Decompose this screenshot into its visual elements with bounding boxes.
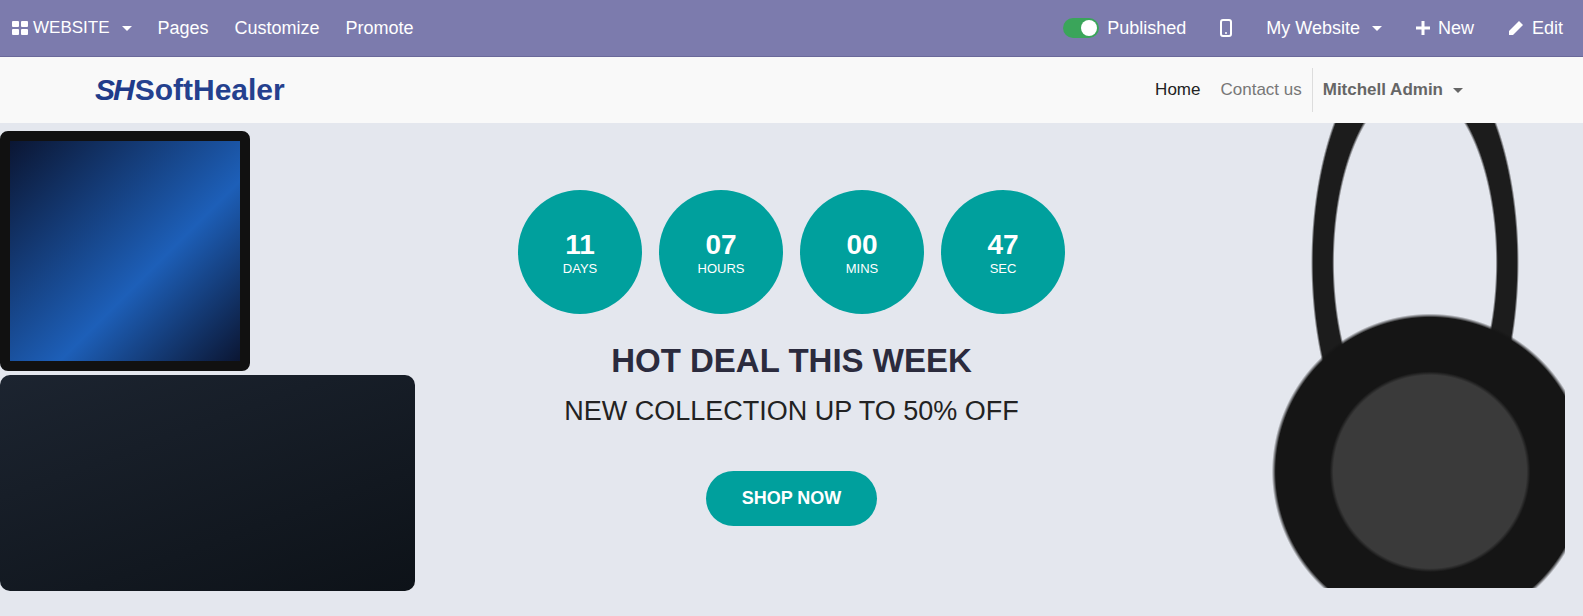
shop-now-button[interactable]: SHOP NOW	[706, 471, 878, 526]
admin-menu[interactable]: Promote	[346, 18, 414, 39]
caret-icon	[1372, 26, 1382, 31]
published-label: Published	[1107, 18, 1186, 39]
pencil-icon	[1508, 20, 1524, 36]
countdown-label: HOURS	[698, 261, 745, 276]
countdown-label: SEC	[990, 261, 1017, 276]
website-switcher[interactable]: My Website	[1266, 18, 1382, 39]
app-label: WEBSITE	[33, 18, 110, 38]
admin-menu[interactable]: Pages	[158, 18, 209, 39]
laptop-screen	[0, 131, 250, 371]
edit-label: Edit	[1532, 18, 1563, 39]
mobile-preview[interactable]	[1220, 19, 1232, 37]
admin-menu[interactable]: Customize	[235, 18, 320, 39]
nav-link[interactable]: Contact us	[1210, 72, 1311, 108]
nav-link[interactable]: Home	[1145, 72, 1210, 108]
website-label: My Website	[1266, 18, 1360, 39]
hero-left	[0, 123, 512, 616]
countdown-unit: 47SEC	[941, 190, 1065, 314]
logo-mark: SH	[95, 73, 133, 107]
countdown-unit: 11DAYS	[518, 190, 642, 314]
countdown-value: 11	[565, 228, 595, 262]
countdown-label: DAYS	[563, 261, 597, 276]
app-menu[interactable]: WEBSITE	[12, 18, 132, 38]
edit-button[interactable]: Edit	[1508, 18, 1563, 39]
countdown-value: 47	[987, 228, 1018, 262]
mobile-phone-icon	[1220, 19, 1232, 37]
logo[interactable]: SHSoftHealer	[95, 73, 285, 107]
toggle-switch[interactable]	[1063, 18, 1099, 38]
user-menu[interactable]: Mitchell Admin	[1312, 68, 1463, 112]
countdown-value: 07	[705, 228, 736, 262]
laptop-photo	[0, 131, 415, 591]
new-button[interactable]: New	[1416, 18, 1474, 39]
hero-content: 11DAYS07HOURS00MINS47SECHOT DEAL THIS WE…	[512, 123, 1072, 616]
publish-toggle[interactable]: Published	[1063, 18, 1186, 39]
caret-icon	[122, 26, 132, 31]
admin-left: WEBSITE Pages Customize Promote	[12, 18, 414, 39]
site-header: SHSoftHealer HomeContact us Mitchell Admin	[0, 57, 1583, 123]
countdown-value: 00	[846, 228, 877, 262]
countdown-unit: 07HOURS	[659, 190, 783, 314]
hero-banner: 11DAYS07HOURS00MINS47SECHOT DEAL THIS WE…	[0, 123, 1583, 616]
user-name: Mitchell Admin	[1323, 80, 1443, 100]
toggle-knob	[1081, 20, 1097, 36]
laptop-base	[0, 375, 415, 591]
new-label: New	[1438, 18, 1474, 39]
main-nav: HomeContact us Mitchell Admin	[1145, 68, 1463, 112]
countdown-label: MINS	[846, 261, 879, 276]
caret-icon	[1453, 88, 1463, 93]
page: WEBSITE Pages Customize Promote Published My …	[0, 0, 1583, 616]
countdown: 11DAYS07HOURS00MINS47SEC	[518, 190, 1065, 314]
apps-grid-icon	[12, 21, 28, 35]
logo-name: SoftHealer	[135, 73, 285, 107]
hero-title: HOT DEAL THIS WEEK	[611, 342, 972, 380]
admin-right: Published My Website New Edit	[1063, 18, 1563, 39]
hero-right	[1072, 123, 1583, 616]
admin-bar: WEBSITE Pages Customize Promote Published My …	[0, 0, 1583, 57]
hero-subtitle: NEW COLLECTION UP TO 50% OFF	[564, 396, 1019, 427]
plus-icon	[1416, 21, 1430, 35]
headphones-photo	[1265, 123, 1565, 588]
countdown-unit: 00MINS	[800, 190, 924, 314]
